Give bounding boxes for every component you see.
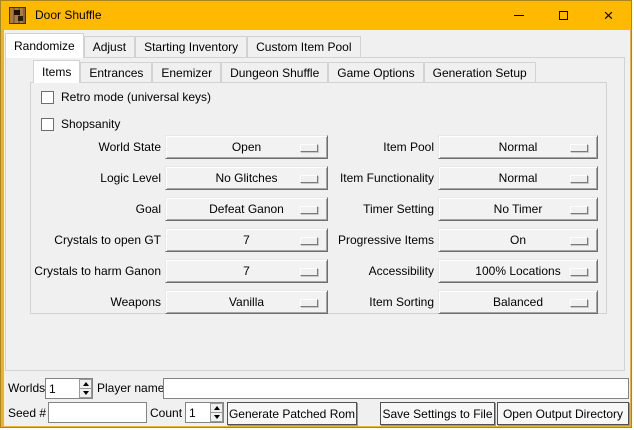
minimize-icon	[514, 15, 524, 16]
dropdown-item-pool[interactable]: Normal	[438, 135, 598, 159]
door-icon-knob	[18, 16, 23, 21]
spin-down-button[interactable]	[79, 389, 92, 398]
dropdown-value: No Timer	[494, 202, 543, 216]
dropdown-value: On	[510, 233, 526, 247]
label-crystals-open-gt: Crystals to open GT	[31, 228, 161, 252]
worlds-stepper[interactable]	[45, 378, 93, 399]
subtab-dungeon-shuffle[interactable]: Dungeon Shuffle	[221, 62, 328, 83]
label-item-sorting: Item Sorting	[271, 290, 434, 314]
dropdown-value: 100% Locations	[475, 264, 560, 278]
checkbox-retro-mode[interactable]: Retro mode (universal keys)	[41, 90, 211, 105]
dropdown-value: Normal	[499, 171, 538, 185]
window-controls: ×	[496, 1, 631, 30]
count-stepper[interactable]	[185, 402, 224, 423]
dropdown-indicator-icon	[570, 299, 588, 307]
tab-adjust[interactable]: Adjust	[84, 36, 135, 58]
maximize-icon	[559, 11, 568, 20]
dropdown-value: Vanilla	[229, 295, 264, 309]
items-panel: Retro mode (universal keys) Shopsanity W…	[30, 82, 607, 314]
dropdown-indicator-icon	[570, 144, 588, 152]
checkbox-box[interactable]	[41, 91, 54, 104]
dropdown-indicator-icon	[570, 237, 588, 245]
randomize-panel: Items Entrances Enemizer Dungeon Shuffle…	[5, 57, 625, 371]
dropdown-value: Normal	[499, 140, 538, 154]
label-accessibility: Accessibility	[271, 259, 434, 283]
tab-starting-inventory[interactable]: Starting Inventory	[135, 36, 247, 58]
dropdown-timer-setting[interactable]: No Timer	[438, 197, 598, 221]
save-settings-button[interactable]: Save Settings to File	[380, 402, 495, 425]
spin-up-button[interactable]	[79, 379, 92, 389]
spin-up-icon	[83, 382, 89, 386]
checkbox-box[interactable]	[41, 118, 54, 131]
dropdown-accessibility[interactable]: 100% Locations	[438, 259, 598, 283]
label-item-functionality: Item Functionality	[271, 166, 434, 190]
tab-randomize[interactable]: Randomize	[5, 33, 84, 58]
window-title: Door Shuffle	[35, 1, 102, 30]
checkbox-label: Shopsanity	[61, 117, 120, 132]
spin-down-button[interactable]	[210, 413, 223, 422]
worlds-input[interactable]	[46, 379, 79, 398]
minimize-button[interactable]	[496, 1, 541, 30]
spin-up-button[interactable]	[210, 403, 223, 413]
label-goal: Goal	[31, 197, 161, 221]
subtab-generation-setup[interactable]: Generation Setup	[424, 62, 536, 83]
subtab-game-options[interactable]: Game Options	[328, 62, 423, 83]
dropdown-indicator-icon	[570, 268, 588, 276]
dropdown-value: Balanced	[493, 295, 543, 309]
client-area: Randomize Adjust Starting Inventory Cust…	[4, 30, 630, 426]
checkbox-label: Retro mode (universal keys)	[61, 90, 211, 105]
label-timer-setting: Timer Setting	[271, 197, 434, 221]
dropdown-progressive-items[interactable]: On	[438, 228, 598, 252]
count-input[interactable]	[186, 403, 210, 422]
dropdown-indicator-icon	[570, 206, 588, 214]
dropdown-value: 7	[243, 233, 250, 247]
checkbox-shopsanity[interactable]: Shopsanity	[41, 117, 120, 132]
generate-patched-rom-button[interactable]: Generate Patched Rom	[227, 402, 357, 425]
seed-input[interactable]	[48, 402, 147, 423]
label-weapons: Weapons	[31, 290, 161, 314]
count-stepper-arrows	[210, 403, 223, 422]
tab-custom-item-pool[interactable]: Custom Item Pool	[247, 36, 360, 58]
subtab-enemizer[interactable]: Enemizer	[152, 62, 221, 83]
label-progressive-items: Progressive Items	[271, 228, 434, 252]
app-window: Door Shuffle × Randomize Adjust Starting…	[0, 0, 632, 428]
dropdown-value: No Glitches	[215, 171, 277, 185]
spin-down-icon	[214, 415, 220, 419]
close-button[interactable]: ×	[586, 1, 631, 30]
count-label: Count	[150, 403, 182, 424]
main-tab-bar: Randomize Adjust Starting Inventory Cust…	[5, 33, 361, 58]
player-names-input[interactable]	[163, 378, 629, 399]
maximize-button[interactable]	[541, 1, 586, 30]
subtab-items[interactable]: Items	[33, 60, 80, 83]
open-output-directory-button[interactable]: Open Output Directory	[497, 402, 629, 425]
dropdown-item-sorting[interactable]: Balanced	[438, 290, 598, 314]
player-names-label: Player names	[97, 378, 170, 399]
worlds-stepper-arrows	[79, 379, 92, 398]
dropdown-item-functionality[interactable]: Normal	[438, 166, 598, 190]
worlds-label: Worlds	[8, 378, 45, 399]
label-item-pool: Item Pool	[271, 135, 434, 159]
spin-down-icon	[83, 391, 89, 395]
spin-up-icon	[214, 406, 220, 410]
label-crystals-harm-ganon: Crystals to harm Ganon	[31, 259, 161, 283]
sub-tab-bar: Items Entrances Enemizer Dungeon Shuffle…	[33, 60, 536, 83]
title-bar[interactable]: Door Shuffle ×	[1, 1, 632, 30]
subtab-entrances[interactable]: Entrances	[80, 62, 152, 83]
door-icon-mark	[14, 10, 20, 15]
close-icon: ×	[604, 7, 614, 24]
dropdown-value: 7	[243, 264, 250, 278]
dropdown-indicator-icon	[570, 175, 588, 183]
door-icon	[9, 7, 26, 24]
seed-label: Seed #	[8, 403, 46, 424]
label-logic-level: Logic Level	[31, 166, 161, 190]
label-world-state: World State	[31, 135, 161, 159]
dropdown-value: Open	[232, 140, 261, 154]
